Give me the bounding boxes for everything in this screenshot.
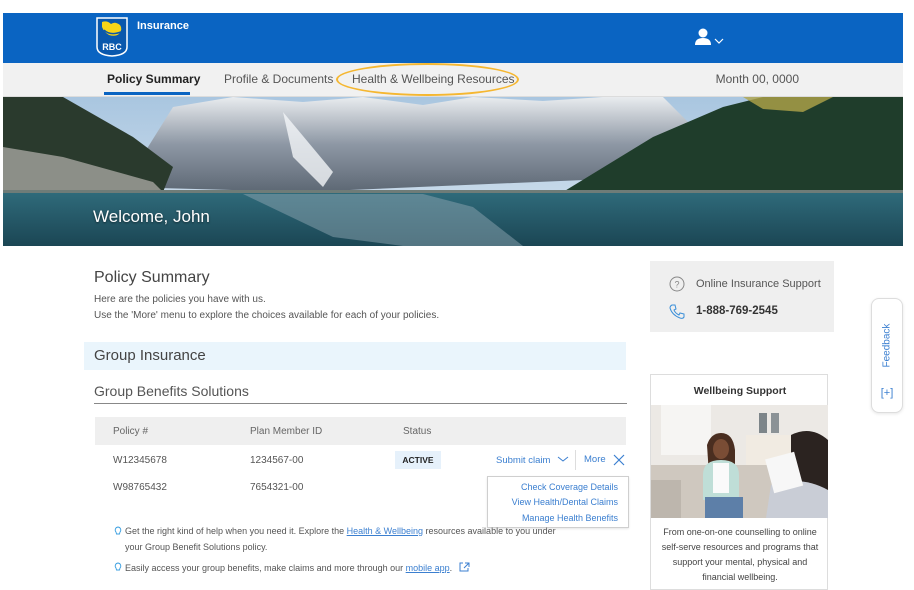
phone-icon [669,304,685,319]
lightbulb-icon [114,526,122,535]
plan-member-id: 1234567-00 [250,455,304,466]
highlight-annotation [336,63,519,96]
section-divider [94,403,627,404]
mobile-app-link[interactable]: mobile app [406,563,450,573]
tip-mobile-app: Easily access your group benefits, make … [125,562,470,573]
policy-number: W98765432 [113,482,167,493]
svg-text:RBC: RBC [102,42,122,52]
submit-claim-dropdown[interactable]: Submit claim [496,455,569,466]
support-phone-number[interactable]: 1-888-769-2545 [696,305,778,317]
health-wellbeing-link[interactable]: Health & Wellbeing [347,526,423,536]
plan-member-id: 7654321-00 [250,482,304,493]
policy-number: W12345678 [113,455,167,466]
feedback-expand-icon: [+] [880,387,894,399]
column-header-status: Status [403,426,432,437]
group-benefits-solutions-title: Group Benefits Solutions [94,383,249,399]
welcome-message: Welcome, John [93,207,210,226]
support-box: ? Online Insurance Support 1-888-769-254… [650,261,834,332]
policy-summary-intro: Here are the policies you have with us. [94,294,266,305]
group-insurance-title: Group Insurance [94,347,206,364]
active-tab-indicator [104,92,190,95]
counselling-image [651,405,828,518]
tab-profile-documents[interactable]: Profile & Documents [224,72,333,86]
chevron-down-icon [714,38,724,44]
column-header-policy: Policy # [113,426,149,437]
current-date: Month 00, 0000 [715,72,799,86]
feedback-tab[interactable]: Feedback [+] [871,298,903,413]
svg-text:?: ? [674,280,679,290]
wellbeing-card-title: Wellbeing Support [693,385,787,397]
submit-claim-label: Submit claim [496,455,551,466]
chevron-down-icon [557,456,569,462]
feedback-label: Feedback [881,323,893,368]
more-menu-button[interactable]: More [584,454,606,465]
menu-item-check-coverage[interactable]: Check Coverage Details [521,482,618,492]
menu-item-manage-benefits[interactable]: Manage Health Benefits [522,513,618,523]
help-icon: ? [669,276,685,292]
policy-summary-instructions: Use the 'More' menu to explore the choic… [94,310,440,321]
action-divider [575,450,576,470]
tab-policy-summary[interactable]: Policy Summary [107,72,200,86]
top-header-bar: RBC Insurance [3,13,903,63]
tip-health-wellbeing: Get the right kind of help when you need… [125,526,556,536]
column-header-member-id: Plan Member ID [250,426,323,437]
user-icon [695,28,711,45]
lightbulb-icon [114,562,122,571]
policy-summary-title: Policy Summary [94,269,210,286]
hero-banner: Welcome, John [3,97,903,246]
status-badge: ACTIVE [395,451,441,469]
wellbeing-card-description: From one-on-one counselling to online se… [661,527,819,582]
more-dropdown-menu: Check Coverage Details View Health/Denta… [487,476,629,528]
online-support-link[interactable]: Online Insurance Support [696,278,821,290]
tip-line-2: your Group Benefit Solutions policy. [125,542,268,552]
external-link-icon[interactable] [459,562,470,572]
menu-item-view-claims[interactable]: View Health/Dental Claims [512,497,618,507]
brand-label: Insurance [137,20,189,32]
policy-table-header: Policy # Plan Member ID Status [95,417,626,445]
user-menu-button[interactable] [693,28,733,48]
rbc-logo[interactable]: RBC [95,17,129,57]
wellbeing-support-card[interactable]: Wellbeing Support From one-on-one counse… [650,374,828,590]
close-icon[interactable] [613,454,625,466]
